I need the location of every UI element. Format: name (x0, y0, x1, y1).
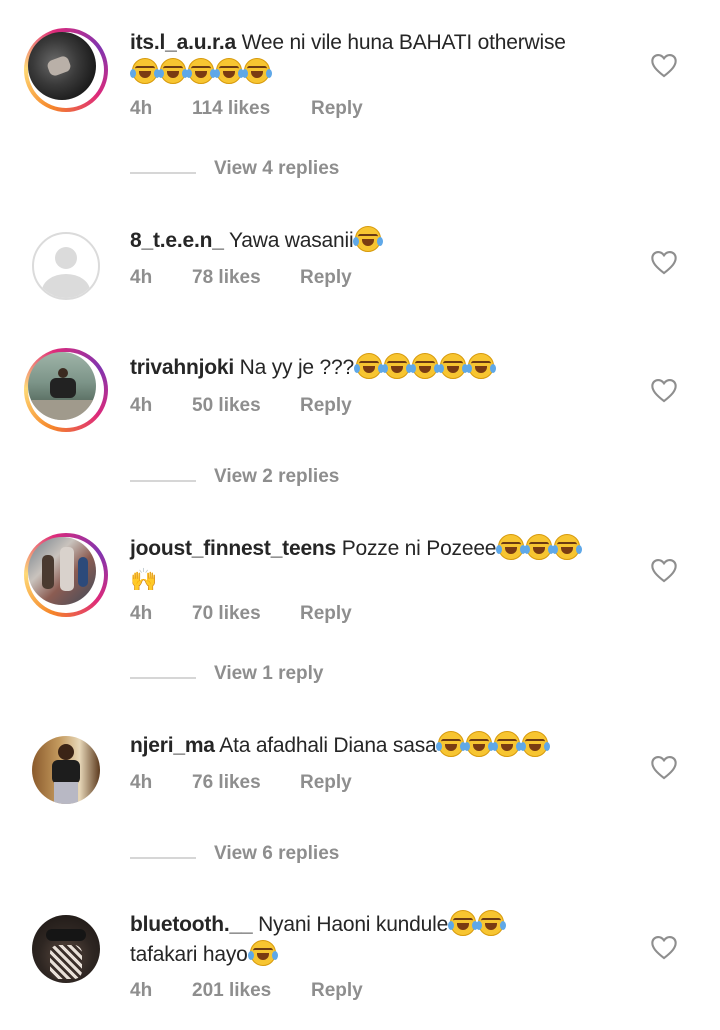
raising-hands-icon: 🙌 (130, 567, 158, 592)
face-with-tears-of-joy-icon (496, 534, 527, 560)
comment-body: Wee ni vile huna BAHATI otherwise (241, 31, 566, 54)
face-with-tears-of-joy-icon (130, 58, 160, 84)
heart-outline-icon[interactable] (650, 557, 678, 583)
avatar[interactable] (24, 907, 108, 991)
comment-username[interactable]: its.l_a.u.r.a (130, 31, 236, 54)
comment-time: 4h (130, 395, 153, 416)
reply-button[interactable]: Reply (300, 267, 352, 289)
face-with-tears-of-joy-icon (448, 910, 479, 936)
divider (130, 172, 196, 174)
comment-body-line2: tafakari hayo (130, 943, 248, 966)
divider (130, 857, 196, 859)
face-with-tears-of-joy-icon (247, 940, 278, 966)
face-with-tears-of-joy-icon (353, 226, 384, 252)
comment-likes[interactable]: 114 likes (192, 98, 270, 120)
view-replies-label[interactable]: View 2 replies (214, 466, 339, 488)
avatar[interactable] (24, 533, 108, 617)
comment-time: 4h (130, 98, 153, 119)
comment-username[interactable]: njeri_ma (130, 734, 215, 757)
comment-text: its.l_a.u.r.a Wee ni vile huna BAHATI ot… (130, 28, 630, 88)
avatar[interactable] (24, 348, 108, 432)
heart-outline-icon[interactable] (650, 934, 678, 960)
comment-likes[interactable]: 70 likes (192, 603, 261, 625)
view-replies-label[interactable]: View 6 replies (214, 843, 339, 865)
comment-username[interactable]: trivahnjoki (130, 356, 234, 379)
reply-button[interactable]: Reply (300, 603, 352, 625)
avatar[interactable] (24, 224, 108, 308)
face-with-tears-of-joy-icon (465, 353, 496, 379)
face-with-tears-of-joy-icon (158, 58, 188, 84)
reply-button[interactable]: Reply (300, 772, 352, 794)
comment-likes[interactable]: 201 likes (192, 980, 271, 1002)
comment-body: Nyani Haoni kundule (258, 913, 449, 936)
comment-time: 4h (130, 267, 153, 288)
face-with-tears-of-joy-icon (409, 353, 440, 379)
comment-username[interactable]: 8_t.e.e.n_ (130, 229, 224, 252)
divider (130, 677, 196, 679)
face-with-tears-of-joy-icon (436, 731, 467, 757)
face-with-tears-of-joy-icon (381, 353, 412, 379)
comment-time: 4h (130, 980, 153, 1001)
heart-outline-icon[interactable] (650, 52, 678, 78)
comment-text: jooust_finnest_teens Pozze ni Pozeee 🙌 (130, 534, 630, 595)
comment-time: 4h (130, 772, 153, 793)
comment-text: trivahnjoki Na yy je ??? (130, 353, 630, 383)
face-with-tears-of-joy-icon (353, 353, 384, 379)
face-with-tears-of-joy-icon (476, 910, 507, 936)
face-with-tears-of-joy-icon (242, 58, 272, 84)
comment-body: Na yy je ??? (239, 356, 355, 379)
reply-button[interactable]: Reply (300, 395, 352, 417)
divider (130, 480, 196, 482)
reply-button[interactable]: Reply (311, 980, 363, 1002)
comment-text: njeri_ma Ata afadhali Diana sasa (130, 731, 630, 761)
comment-body: Pozze ni Pozeee (341, 537, 497, 560)
face-with-tears-of-joy-icon (186, 58, 216, 84)
comment-text: 8_t.e.e.n_ Yawa wasanii (130, 226, 630, 256)
avatar[interactable] (24, 728, 108, 812)
view-replies-label[interactable]: View 4 replies (214, 158, 339, 180)
face-with-tears-of-joy-icon (437, 353, 468, 379)
face-with-tears-of-joy-icon (524, 534, 555, 560)
heart-outline-icon[interactable] (650, 754, 678, 780)
comment-likes[interactable]: 78 likes (192, 267, 261, 289)
reply-button[interactable]: Reply (311, 98, 363, 120)
comment-likes[interactable]: 76 likes (192, 772, 261, 794)
avatar[interactable] (24, 28, 108, 112)
heart-outline-icon[interactable] (650, 249, 678, 275)
comment-username[interactable]: bluetooth.__ (130, 913, 253, 936)
comment-time: 4h (130, 603, 153, 624)
comment-username[interactable]: jooust_finnest_teens (130, 537, 336, 560)
face-with-tears-of-joy-icon (520, 731, 551, 757)
heart-outline-icon[interactable] (650, 377, 678, 403)
view-replies-label[interactable]: View 1 reply (214, 663, 324, 685)
face-with-tears-of-joy-icon (492, 731, 523, 757)
face-with-tears-of-joy-icon (464, 731, 495, 757)
face-with-tears-of-joy-icon (552, 534, 583, 560)
comment-body: Yawa wasanii (229, 229, 354, 252)
comment-body: Ata afadhali Diana sasa (219, 734, 437, 757)
comment-text: bluetooth.__ Nyani Haoni kundule tafakar… (130, 910, 630, 970)
comment-likes[interactable]: 50 likes (192, 395, 261, 417)
face-with-tears-of-joy-icon (214, 58, 244, 84)
